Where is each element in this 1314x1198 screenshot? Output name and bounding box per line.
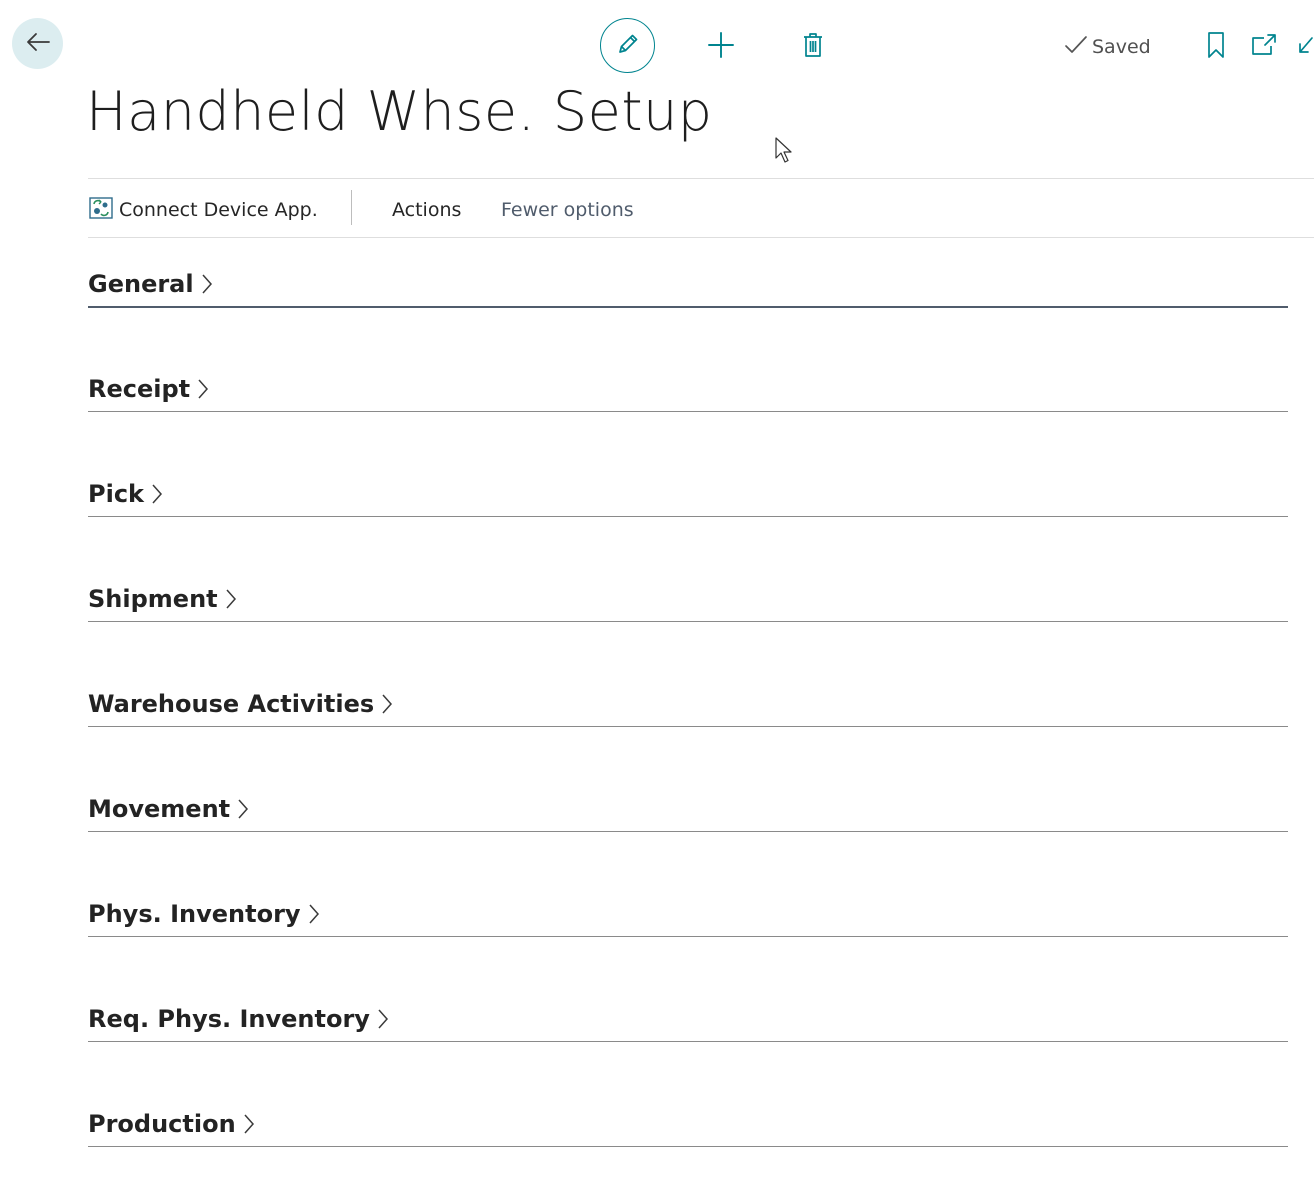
action-bar-divider-top (88, 178, 1314, 179)
saved-label: Saved (1092, 36, 1151, 58)
fewer-options-button[interactable]: Fewer options (501, 193, 634, 227)
check-icon (1064, 34, 1088, 61)
section-phys-inventory[interactable]: Phys. Inventory (88, 888, 1288, 937)
section-header: Pick (88, 480, 164, 508)
connect-device-icon (89, 196, 113, 224)
bookmark-icon (1206, 31, 1226, 63)
section-header: Phys. Inventory (88, 900, 321, 928)
collapse-icon (1296, 32, 1314, 62)
chevron-right-icon (236, 797, 250, 821)
section-warehouse-activities[interactable]: Warehouse Activities (88, 678, 1288, 727)
section-label: Production (88, 1110, 236, 1138)
trash-icon (802, 31, 824, 63)
back-button[interactable] (12, 18, 63, 69)
connect-device-label: Connect Device App. (119, 199, 318, 221)
mouse-cursor-icon (774, 136, 794, 164)
delete-button[interactable] (798, 30, 828, 64)
section-label: Pick (88, 480, 145, 508)
open-new-window-icon (1250, 32, 1278, 62)
section-label: Shipment (88, 585, 218, 613)
section-header: Req. Phys. Inventory (88, 1005, 390, 1033)
chevron-right-icon (200, 272, 214, 296)
chevron-right-icon (242, 1112, 256, 1136)
section-label: Receipt (88, 375, 191, 403)
section-label: Req. Phys. Inventory (88, 1005, 370, 1033)
section-production[interactable]: Production (88, 1098, 1288, 1147)
section-label: General (88, 270, 194, 298)
chevron-right-icon (150, 482, 164, 506)
chevron-right-icon (380, 692, 394, 716)
page-title: Handheld Whse. Setup (86, 80, 713, 143)
chevron-right-icon (224, 587, 238, 611)
chevron-right-icon (376, 1007, 390, 1031)
chevron-right-icon (196, 377, 210, 401)
section-header: Shipment (88, 585, 238, 613)
arrow-left-icon (25, 31, 51, 57)
actions-menu[interactable]: Actions (392, 193, 461, 227)
section-pick[interactable]: Pick (88, 468, 1288, 517)
section-req-phys-inventory[interactable]: Req. Phys. Inventory (88, 993, 1288, 1042)
section-header: Production (88, 1110, 256, 1138)
section-movement[interactable]: Movement (88, 783, 1288, 832)
section-shipment[interactable]: Shipment (88, 573, 1288, 622)
section-header: General (88, 270, 214, 298)
edit-button[interactable] (600, 18, 655, 73)
section-label: Phys. Inventory (88, 900, 301, 928)
section-label: Warehouse Activities (88, 690, 375, 718)
saved-status: Saved (1064, 33, 1151, 61)
plus-icon (707, 31, 735, 63)
action-bar-divider-bottom (88, 237, 1314, 238)
collapse-button[interactable] (1296, 34, 1314, 60)
chevron-right-icon (307, 902, 321, 926)
pencil-icon (615, 31, 641, 61)
open-new-window-button[interactable] (1249, 32, 1279, 62)
section-header: Movement (88, 795, 250, 823)
section-header: Warehouse Activities (88, 690, 394, 718)
bookmark-button[interactable] (1203, 32, 1229, 62)
action-bar-separator (351, 190, 352, 225)
new-button[interactable] (704, 30, 738, 64)
section-header: Receipt (88, 375, 210, 403)
connect-device-app-button[interactable]: Connect Device App. (89, 193, 318, 227)
section-receipt[interactable]: Receipt (88, 363, 1288, 412)
section-label: Movement (88, 795, 231, 823)
section-general[interactable]: General (88, 258, 1288, 308)
